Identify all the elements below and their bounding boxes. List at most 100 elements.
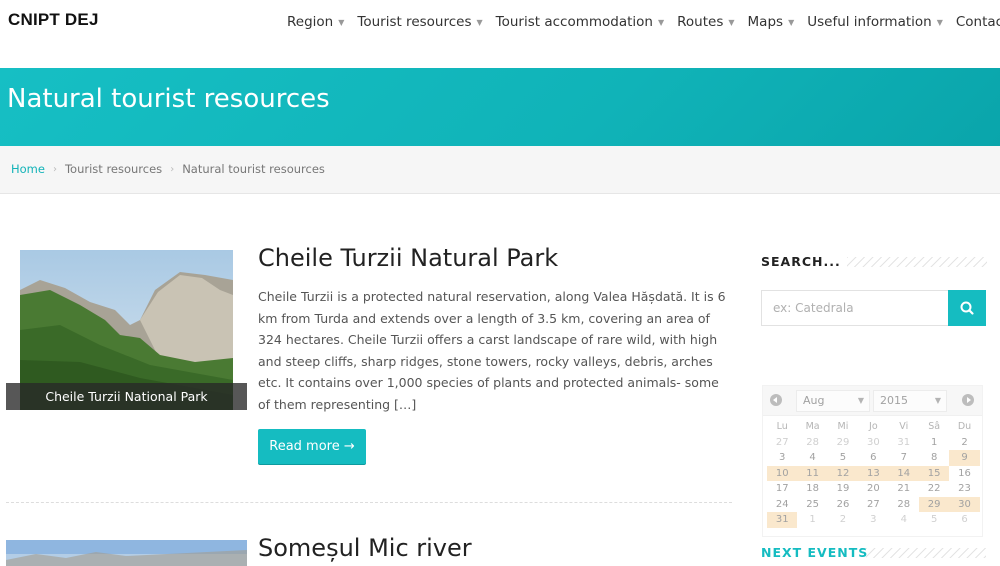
calendar-event-day[interactable]: 29 bbox=[918, 496, 950, 512]
nav-item-contact[interactable]: Contact▼ bbox=[956, 14, 1000, 30]
chevron-down-icon: ▼ bbox=[934, 396, 941, 405]
nav-item-label: Tourist accommodation bbox=[495, 14, 653, 30]
calendar-grid: Lu Ma Mi Jo Vi Sâ Du 27 28 29 30 31 1 2 3 4 5 6 7 8 9 10 11 12 1… bbox=[767, 419, 980, 528]
nav-item-maps[interactable]: Maps ▼ bbox=[748, 14, 795, 30]
site-logo[interactable]: CNIPT DEJ bbox=[8, 10, 99, 30]
weekday-label: Vi bbox=[899, 421, 909, 432]
calendar-day[interactable]: 16 bbox=[949, 466, 979, 482]
nav-item-label: Region bbox=[287, 14, 334, 30]
calendar-day[interactable]: 28 bbox=[889, 497, 919, 513]
next-events-heading: NEXT EVENTS bbox=[761, 545, 986, 560]
calendar-day[interactable]: 25 bbox=[797, 497, 827, 513]
calendar-day[interactable]: 6 bbox=[858, 450, 888, 466]
year-select-value: 2015 bbox=[880, 394, 908, 407]
calendar-day[interactable]: 24 bbox=[767, 497, 797, 513]
calendar-day[interactable]: 22 bbox=[919, 481, 949, 497]
calendar-day[interactable]: 31 bbox=[889, 435, 919, 451]
calendar-day[interactable]: 21 bbox=[889, 481, 919, 497]
calendar-day[interactable]: 26 bbox=[828, 497, 858, 513]
calendar-event-day[interactable]: 15 bbox=[918, 465, 950, 481]
calendar-day[interactable]: 17 bbox=[767, 481, 797, 497]
article-divider bbox=[6, 502, 732, 503]
next-month-icon[interactable] bbox=[962, 394, 974, 406]
article-thumbnail[interactable]: Cheile Turzii National Park bbox=[6, 250, 247, 410]
nav-item-label: Tourist resources bbox=[357, 14, 472, 30]
calendar-day[interactable]: 3 bbox=[767, 450, 797, 466]
search-button[interactable] bbox=[948, 290, 986, 326]
read-more-button[interactable]: Read more → bbox=[258, 429, 366, 464]
calendar-week-row: 17 18 19 20 21 22 23 bbox=[767, 481, 980, 497]
calendar-day[interactable]: 27 bbox=[767, 435, 797, 451]
calendar-day[interactable]: 19 bbox=[828, 481, 858, 497]
calendar-day[interactable]: 1 bbox=[797, 512, 827, 528]
breadcrumb-current: Natural tourist resources bbox=[182, 162, 325, 176]
article-title[interactable]: Cheile Turzii Natural Park bbox=[258, 244, 558, 272]
calendar-week-row: 27 28 29 30 31 1 2 bbox=[767, 435, 980, 451]
calendar-day[interactable]: 23 bbox=[949, 481, 979, 497]
calendar-week-row: 24 25 26 27 28 29 30 bbox=[767, 496, 980, 513]
nav-item-useful-information[interactable]: Useful information ▼ bbox=[807, 14, 943, 30]
search-heading-label: SEARCH... bbox=[761, 254, 841, 269]
calendar-day[interactable]: 28 bbox=[797, 435, 827, 451]
calendar-event-day[interactable]: 13 bbox=[858, 465, 889, 481]
calendar-event-day[interactable]: 12 bbox=[827, 465, 859, 481]
article-title[interactable]: Someșul Mic river bbox=[258, 534, 472, 562]
calendar-day[interactable]: 4 bbox=[797, 450, 827, 466]
weekday-label: Sâ bbox=[928, 421, 941, 432]
heading-stripes bbox=[847, 257, 987, 267]
caret-down-icon: ▼ bbox=[476, 17, 483, 27]
year-select[interactable]: 2015 ▼ bbox=[873, 390, 947, 412]
weekday-row: Lu Ma Mi Jo Vi Sâ Du bbox=[767, 419, 980, 435]
calendar-event-day[interactable]: 30 bbox=[949, 496, 980, 512]
weekday-label: Jo bbox=[869, 421, 878, 432]
calendar-event-day[interactable]: 31 bbox=[767, 512, 798, 528]
month-select[interactable]: Aug ▼ bbox=[796, 390, 870, 412]
nav-item-tourist-resources[interactable]: Tourist resources ▼ bbox=[357, 14, 482, 30]
month-select-value: Aug bbox=[803, 394, 825, 407]
caret-down-icon: ▼ bbox=[788, 17, 795, 27]
calendar-day[interactable]: 5 bbox=[919, 512, 949, 528]
search-form bbox=[761, 290, 986, 326]
calendar-day[interactable]: 2 bbox=[828, 512, 858, 528]
calendar-day[interactable]: 8 bbox=[919, 450, 949, 466]
article-thumbnail[interactable] bbox=[6, 540, 247, 566]
river-photo bbox=[6, 540, 247, 566]
calendar-event-day[interactable]: 11 bbox=[797, 465, 828, 481]
nav-item-region[interactable]: Region ▼ bbox=[287, 14, 344, 30]
breadcrumb-bar: Home › Tourist resources › Natural touri… bbox=[0, 146, 1000, 194]
nav-item-routes[interactable]: Routes ▼ bbox=[677, 14, 734, 30]
calendar-day[interactable]: 29 bbox=[828, 435, 858, 451]
nav-item-tourist-accommodation[interactable]: Tourist accommodation ▼ bbox=[496, 14, 664, 30]
chevron-down-icon: ▼ bbox=[857, 396, 864, 405]
calendar-event-day[interactable]: 9 bbox=[949, 450, 980, 466]
caret-down-icon: ▼ bbox=[338, 17, 345, 27]
calendar-header: Aug ▼ 2015 ▼ bbox=[763, 386, 982, 416]
calendar-day[interactable]: 27 bbox=[858, 497, 888, 513]
breadcrumb-separator-icon: › bbox=[52, 163, 57, 175]
calendar-event-day[interactable]: 10 bbox=[767, 465, 798, 481]
weekday-label: Du bbox=[957, 421, 972, 432]
calendar-day[interactable]: 5 bbox=[828, 450, 858, 466]
search-input[interactable] bbox=[761, 290, 948, 326]
calendar-day[interactable]: 1 bbox=[919, 435, 949, 451]
prev-month-icon[interactable] bbox=[770, 394, 782, 406]
calendar-day[interactable]: 3 bbox=[858, 512, 888, 528]
calendar-day[interactable]: 7 bbox=[889, 450, 919, 466]
calendar-day[interactable]: 2 bbox=[949, 435, 979, 451]
calendar-day[interactable]: 20 bbox=[858, 481, 888, 497]
calendar-day[interactable]: 18 bbox=[797, 481, 827, 497]
nav-item-label: Routes bbox=[677, 14, 724, 30]
breadcrumb-tourist-resources[interactable]: Tourist resources bbox=[65, 162, 162, 176]
calendar-day[interactable]: 4 bbox=[889, 512, 919, 528]
next-events-label: NEXT EVENTS bbox=[761, 545, 869, 560]
search-heading: SEARCH... bbox=[761, 254, 987, 269]
weekday-label: Lu bbox=[776, 421, 788, 432]
page-title-band: Natural tourist resources bbox=[0, 68, 1000, 146]
calendar-day[interactable]: 6 bbox=[949, 512, 979, 528]
heading-stripes bbox=[866, 548, 986, 558]
calendar-week-row: 3456789 bbox=[767, 450, 980, 466]
calendar-day[interactable]: 30 bbox=[858, 435, 888, 451]
calendar-event-day[interactable]: 14 bbox=[888, 465, 919, 481]
breadcrumb-home[interactable]: Home bbox=[11, 162, 45, 176]
page-title: Natural tourist resources bbox=[7, 84, 330, 114]
